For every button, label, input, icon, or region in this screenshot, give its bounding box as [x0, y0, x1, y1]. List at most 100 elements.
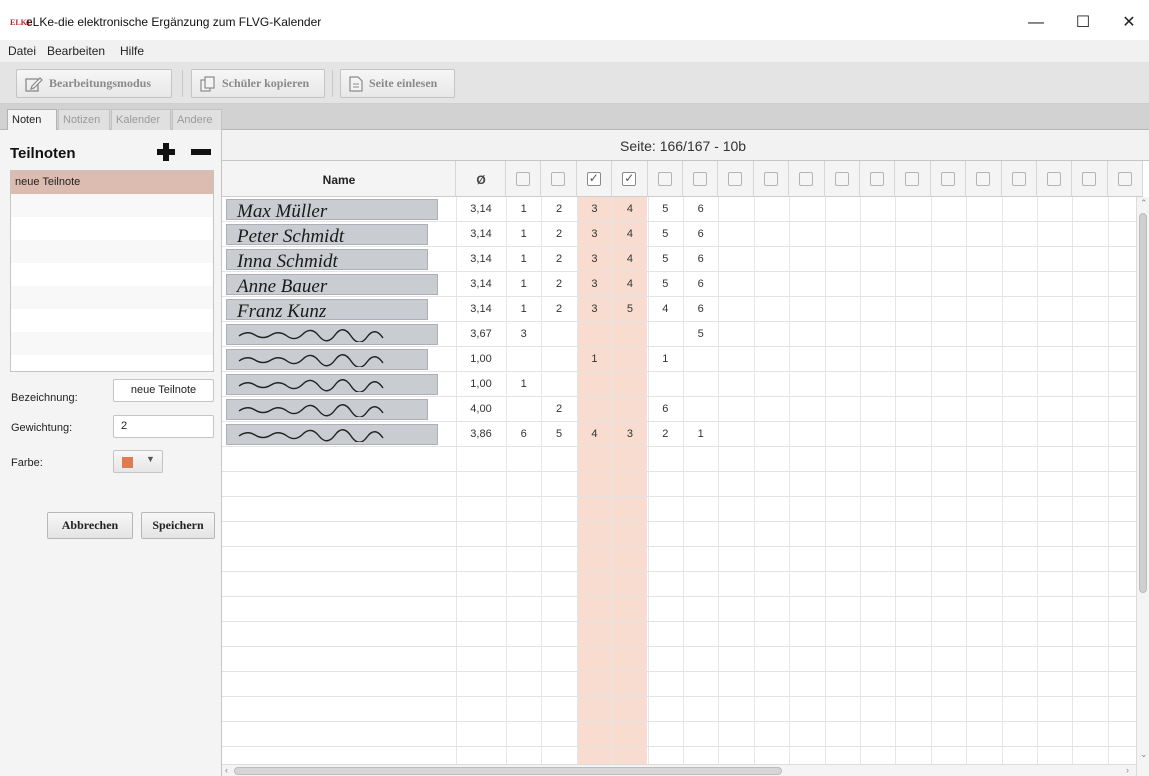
grade-column-checkbox[interactable]: [1011, 172, 1026, 186]
table-row[interactable]: Franz Kunz 3,14 1 2 3 5 4 6: [222, 297, 1142, 322]
average-cell[interactable]: 3,14: [456, 297, 506, 322]
add-teilnote-button[interactable]: [154, 140, 178, 164]
grade-cell[interactable]: 3: [577, 297, 612, 322]
grade-cell[interactable]: [577, 372, 612, 397]
grade-cell[interactable]: 2: [541, 197, 576, 222]
tab-notizen[interactable]: Notizen: [58, 109, 110, 130]
average-cell[interactable]: 3,86: [456, 422, 506, 447]
grade-cell[interactable]: 1: [506, 197, 541, 222]
grade-cell[interactable]: 6: [683, 297, 718, 322]
grade-cell[interactable]: [541, 347, 576, 372]
grade-cell[interactable]: [683, 347, 718, 372]
grade-column-checkbox[interactable]: ✓: [586, 171, 601, 186]
average-cell[interactable]: 3,14: [456, 247, 506, 272]
table-row-empty[interactable]: [222, 572, 1142, 597]
minimize-button[interactable]: —: [1013, 8, 1059, 38]
horizontal-scroll-thumb[interactable]: [234, 767, 782, 775]
grade-column-checkbox[interactable]: [940, 172, 955, 186]
table-row[interactable]: Inna Schmidt 3,14 1 2 3 4 5 6: [222, 247, 1142, 272]
grade-cell[interactable]: 4: [577, 422, 612, 447]
grade-cell[interactable]: 1: [506, 372, 541, 397]
grade-cell[interactable]: 6: [683, 197, 718, 222]
scroll-up-icon[interactable]: ⌃: [1140, 198, 1148, 209]
table-row[interactable]: 1,00 1: [222, 372, 1142, 397]
average-cell[interactable]: 1,00: [456, 372, 506, 397]
grade-cell[interactable]: 1: [506, 272, 541, 297]
grade-cell[interactable]: [506, 397, 541, 422]
grade-column-checkbox[interactable]: [516, 172, 530, 186]
grade-cell[interactable]: [612, 347, 647, 372]
menu-bearbeiten[interactable]: Bearbeiten: [47, 44, 105, 58]
grade-cell[interactable]: 1: [577, 347, 612, 372]
scroll-right-icon[interactable]: ›: [1126, 765, 1129, 775]
grade-column-checkbox[interactable]: [799, 172, 814, 186]
table-row[interactable]: Peter Schmidt 3,14 1 2 3 4 5 6: [222, 222, 1142, 247]
table-row[interactable]: 3,67 3 5: [222, 322, 1142, 347]
tab-noten[interactable]: Noten: [7, 109, 57, 130]
grade-cell[interactable]: 5: [612, 297, 647, 322]
list-item[interactable]: neue Teilnote: [11, 171, 213, 194]
grade-column-checkbox[interactable]: [976, 172, 991, 186]
save-button[interactable]: Speichern: [141, 512, 215, 539]
average-cell[interactable]: 1,00: [456, 347, 506, 372]
read-page-button[interactable]: Seite einlesen: [340, 69, 455, 98]
grade-cell[interactable]: 5: [648, 197, 683, 222]
table-row-empty[interactable]: [222, 472, 1142, 497]
grade-cell[interactable]: [541, 372, 576, 397]
grade-cell[interactable]: 3: [577, 247, 612, 272]
grade-column-checkbox[interactable]: [657, 172, 672, 186]
table-row-empty[interactable]: [222, 622, 1142, 647]
grade-cell[interactable]: 4: [612, 272, 647, 297]
grade-cell[interactable]: 6: [683, 272, 718, 297]
grade-column-checkbox[interactable]: ✓: [622, 171, 637, 186]
grade-cell[interactable]: [577, 322, 612, 347]
grade-column-checkbox[interactable]: [728, 172, 743, 186]
grade-cell[interactable]: 3: [506, 322, 541, 347]
column-header-average[interactable]: Ø: [456, 173, 506, 187]
grade-cell[interactable]: [612, 372, 647, 397]
grade-column-checkbox[interactable]: [693, 172, 707, 186]
average-cell[interactable]: 4,00: [456, 397, 506, 422]
grade-cell[interactable]: 5: [648, 272, 683, 297]
tab-andere[interactable]: Andere: [172, 109, 222, 130]
grade-column-checkbox[interactable]: [905, 172, 920, 186]
table-row[interactable]: 4,00 2 6: [222, 397, 1142, 422]
grade-cell[interactable]: 3: [612, 422, 647, 447]
grade-cell[interactable]: 4: [612, 222, 647, 247]
grade-cell[interactable]: [577, 397, 612, 422]
grade-cell[interactable]: 2: [541, 297, 576, 322]
grade-cell[interactable]: 5: [683, 322, 718, 347]
grade-cell[interactable]: [648, 372, 683, 397]
table-row[interactable]: 1,00 1 1: [222, 347, 1142, 372]
grade-cell[interactable]: 5: [648, 222, 683, 247]
grade-cell[interactable]: 1: [506, 297, 541, 322]
grade-cell[interactable]: 3: [577, 272, 612, 297]
cancel-button[interactable]: Abbrechen: [47, 512, 133, 539]
grade-cell[interactable]: 5: [648, 247, 683, 272]
edit-mode-button[interactable]: Bearbeitungsmodus: [16, 69, 172, 98]
vertical-scroll-thumb[interactable]: [1139, 213, 1147, 593]
grade-cell[interactable]: 2: [541, 222, 576, 247]
teilnoten-list[interactable]: neue Teilnote: [10, 170, 214, 372]
grade-cell[interactable]: 2: [648, 422, 683, 447]
table-row[interactable]: 3,86 6 5 4 3 2 1: [222, 422, 1142, 447]
grade-cell[interactable]: 3: [577, 197, 612, 222]
column-header-name[interactable]: Name: [222, 173, 456, 187]
maximize-button[interactable]: ☐: [1060, 8, 1106, 38]
grade-cell[interactable]: 5: [541, 422, 576, 447]
grade-cell[interactable]: 6: [648, 397, 683, 422]
table-row-empty[interactable]: [222, 647, 1142, 672]
scroll-down-icon[interactable]: ⌄: [1140, 749, 1148, 760]
average-cell[interactable]: 3,14: [456, 197, 506, 222]
grade-cell[interactable]: 1: [648, 347, 683, 372]
grade-cell[interactable]: [648, 322, 683, 347]
grade-column-checkbox[interactable]: [1047, 172, 1061, 186]
table-row-empty[interactable]: [222, 547, 1142, 572]
grade-cell[interactable]: 3: [577, 222, 612, 247]
bezeichnung-field[interactable]: neue Teilnote: [113, 379, 214, 402]
grade-column-checkbox[interactable]: [870, 172, 884, 186]
table-row-empty[interactable]: [222, 522, 1142, 547]
grade-cell[interactable]: 1: [506, 247, 541, 272]
grade-cell[interactable]: 4: [612, 247, 647, 272]
scroll-left-icon[interactable]: ‹: [225, 765, 228, 775]
